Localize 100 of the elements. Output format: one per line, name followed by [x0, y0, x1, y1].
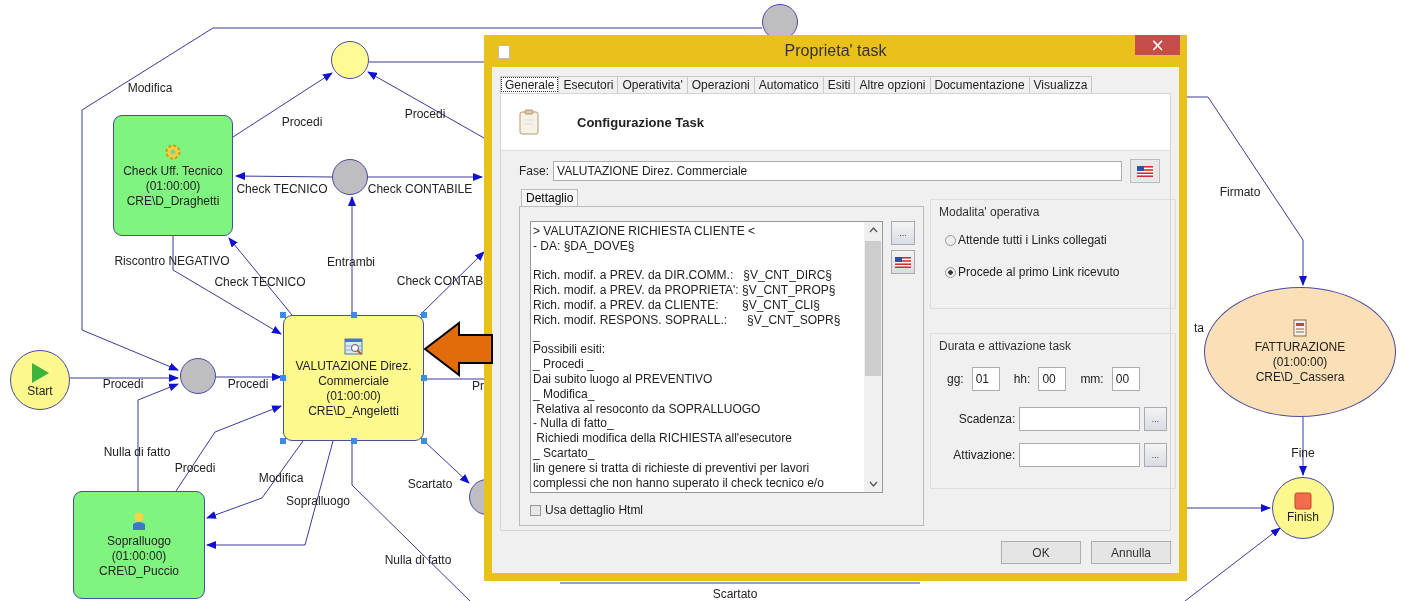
checkbox[interactable] [530, 504, 541, 516]
field-label: hh: [1013, 372, 1031, 386]
tab[interactable]: Altre opzioni [854, 76, 931, 93]
task-node[interactable]: Sopralluogo (01:00:00) CRE\D_Puccio [73, 491, 205, 599]
start-node[interactable]: Start [10, 350, 70, 410]
date-field[interactable] [1019, 407, 1140, 431]
selection-handle[interactable] [280, 375, 286, 381]
node-owner: CRE\D_Angeletti [308, 403, 399, 419]
dialog-button[interactable]: OK [1001, 541, 1081, 564]
number-field[interactable]: 00 [1111, 367, 1140, 391]
tab[interactable]: Operazioni [686, 76, 755, 93]
browse-button[interactable]: ... [1144, 407, 1167, 431]
node-owner: CRE\D_Draghetti [126, 193, 220, 209]
edge-label: Sopralluogo [285, 494, 351, 508]
number-field[interactable]: 00 [1038, 367, 1067, 391]
node-title: VALUTAZIONE Direz. Commerciale [294, 358, 413, 389]
node-duration: (01:00:00) [1272, 355, 1328, 370]
task-node[interactable]: Check Uff. Tecnico (01:00:00) CRE\D_Draghetti [113, 115, 233, 236]
node-title: Check Uff. Tecnico [123, 163, 223, 179]
edge-label: Pr [472, 379, 484, 393]
edge-label: Firmato [1219, 185, 1261, 199]
edge-label: Procedi [227, 377, 269, 391]
edge-label: Modifica [258, 471, 304, 485]
browse-button[interactable]: ... [1144, 443, 1167, 467]
browse-button[interactable]: ... [891, 221, 915, 245]
checkbox-label: Usa dettaglio Html [545, 503, 644, 517]
stop-icon [1294, 492, 1312, 510]
edge-label: Check CONTAB [396, 274, 484, 288]
language-button[interactable] [891, 250, 915, 274]
radio-label: Attende tutti i Links collegati [958, 233, 1107, 247]
phase-field[interactable]: VALUTAZIONE Direz. Commerciale [553, 161, 1122, 181]
node-duration: (01:00:00) [145, 178, 201, 194]
edge-label: Scartato [407, 477, 453, 491]
edge-label: Scartato [712, 587, 758, 601]
pointer-arrow [423, 321, 495, 377]
flag-icon [895, 256, 911, 268]
gear-icon [164, 142, 182, 161]
selection-handle[interactable] [350, 438, 357, 444]
node-duration: (01:00:00) [111, 549, 167, 564]
radio-button[interactable] [945, 266, 956, 278]
selection-handle[interactable] [421, 312, 427, 318]
edge-label: Procedi [404, 107, 446, 121]
edge-label: Procedi [102, 377, 144, 391]
gateway-node[interactable] [180, 358, 216, 394]
magnifier-table-icon [343, 337, 364, 356]
field-label: Fase: [519, 164, 549, 178]
flag-icon [1137, 165, 1153, 177]
node-label: Start [27, 384, 53, 398]
date-field[interactable] [1019, 443, 1140, 467]
edge-label: Procedi [174, 461, 216, 475]
gateway-node[interactable] [331, 41, 369, 79]
document-icon [1292, 319, 1308, 337]
tab[interactable]: Generale [500, 76, 560, 93]
edge-label: Riscontro NEGATIVO [114, 254, 230, 268]
edge-label: Procedi [281, 115, 323, 129]
node-title: FATTURAZIONE [1254, 340, 1346, 355]
node-label: Finish [1287, 510, 1319, 524]
node-owner: CRE\D_Puccio [99, 564, 179, 579]
person-icon [131, 511, 147, 531]
ellipse-task-node[interactable]: FATTURAZIONE (01:00:00) CRE\D_Cassera [1204, 287, 1396, 417]
field-label: gg: [947, 372, 964, 386]
tab[interactable]: Operativita' [617, 76, 688, 93]
gateway-node[interactable] [332, 159, 368, 195]
selection-handle[interactable] [421, 438, 427, 444]
dialog-button[interactable]: Annulla [1091, 541, 1171, 564]
edge-label: Check TECNICO [236, 182, 328, 196]
number-field[interactable]: 01 [971, 367, 1000, 391]
section-title: Configurazione Task [577, 114, 704, 130]
selection-handle[interactable] [350, 312, 357, 318]
radio-button[interactable] [945, 234, 956, 246]
tab[interactable]: Visualizza [1028, 76, 1093, 93]
language-button[interactable] [1130, 159, 1160, 183]
field-label: mm: [1080, 372, 1104, 386]
play-icon [30, 362, 50, 384]
edge-label: Fine [1291, 446, 1315, 460]
node-title: Sopralluogo [106, 534, 172, 549]
document-icon [498, 45, 510, 59]
edge-label: Nulla di fatto [103, 445, 171, 459]
radio-label: Procede al primo Link ricevuto [958, 265, 1120, 279]
node-duration: (01:00:00) [326, 388, 381, 404]
field-label: Attivazione: [952, 448, 1016, 462]
selection-handle[interactable] [280, 312, 286, 318]
task-node[interactable]: VALUTAZIONE Direz. Commerciale (01:00:00) CRE\D_Angeletti [283, 315, 424, 441]
selection-handle[interactable] [421, 375, 427, 381]
edge-label: Check TECNICO [214, 275, 306, 289]
close-button[interactable]: × [1135, 35, 1180, 55]
window-title: Proprieta' task [784, 42, 887, 60]
edge-label: ta [1194, 321, 1205, 335]
group-title: Durata e attivazione task [939, 339, 1073, 353]
field-label: Scadenza: [957, 412, 1016, 426]
group-title: Modalita' operativa [939, 205, 1041, 219]
selection-handle[interactable] [280, 438, 286, 444]
detail-tab[interactable]: Dettaglio [521, 189, 579, 206]
edge-label: Modifica [127, 81, 173, 95]
edge-label: Nulla di fatto [384, 553, 452, 567]
edge-label: Entrambi [327, 255, 375, 269]
connector [215, 373, 282, 381]
edge-label: Check CONTABILE [367, 182, 473, 196]
finish-node[interactable]: Finish [1272, 477, 1334, 539]
node-owner: CRE\D_Cassera [1255, 370, 1345, 385]
